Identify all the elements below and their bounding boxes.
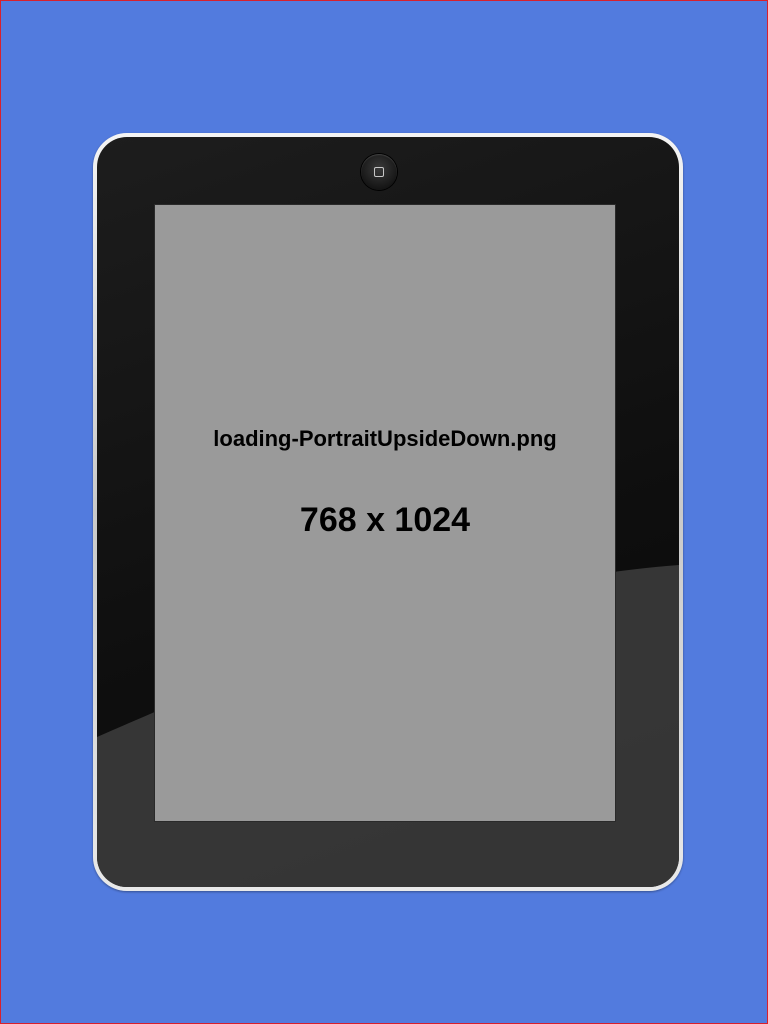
home-button-square-icon (374, 167, 384, 177)
image-filename-label: loading-PortraitUpsideDown.png (213, 426, 557, 451)
tablet-bezel: loading-PortraitUpsideDown.png 768 x 102… (97, 137, 679, 887)
tablet-screen: loading-PortraitUpsideDown.png 768 x 102… (155, 205, 615, 821)
image-dimensions-label: 768 x 1024 (299, 501, 471, 539)
tablet-device: loading-PortraitUpsideDown.png 768 x 102… (93, 133, 683, 891)
home-button[interactable] (361, 154, 397, 190)
